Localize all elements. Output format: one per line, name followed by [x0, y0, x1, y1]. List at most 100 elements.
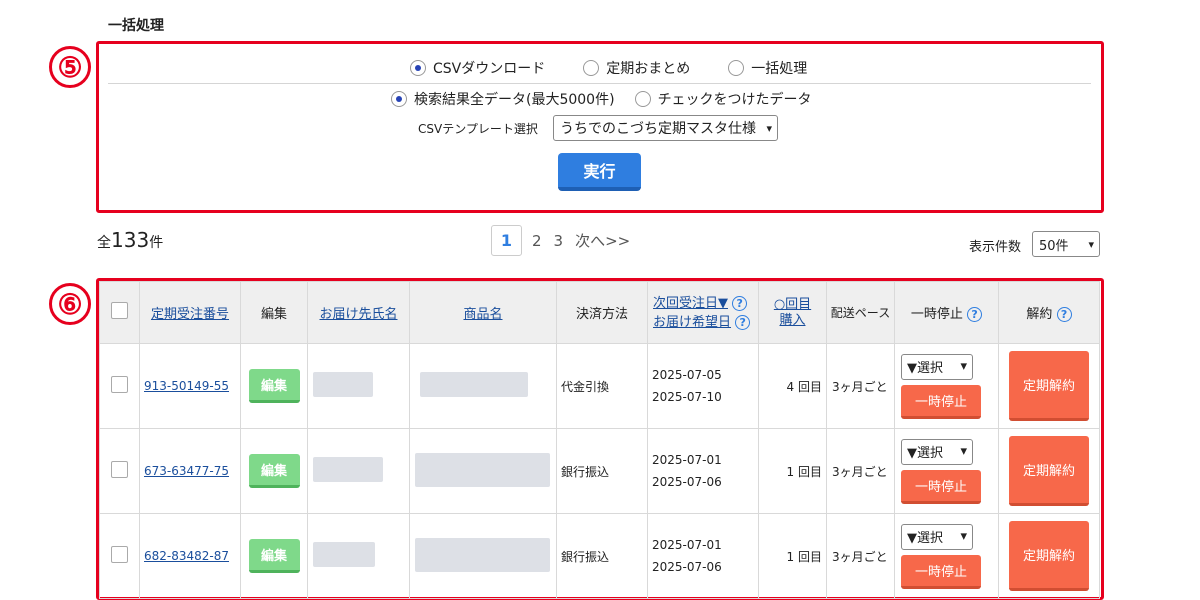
edit-cell: 編集: [240, 513, 308, 599]
sort-count-link[interactable]: ○回目: [774, 297, 811, 312]
cancel-cell: 定期解約: [998, 428, 1100, 514]
table-row: 682-83482-87 編集 銀行振込 2025-07-01 2025-07-…: [99, 513, 1100, 599]
order-no-link[interactable]: 673-63477-75: [144, 464, 229, 478]
header-purchase-count: ○回目 購入: [758, 281, 827, 344]
divider: [108, 83, 1091, 84]
header-checkbox-cell: [99, 281, 140, 344]
delivery-date: 2025-07-06: [652, 560, 722, 574]
row-checkbox[interactable]: [111, 546, 128, 563]
sort-next-order-link[interactable]: 次回受注日▼: [653, 296, 728, 311]
header-payment: 決済方法: [556, 281, 648, 344]
radio-csv-download[interactable]: CSVダウンロード: [410, 58, 545, 78]
radio-all-results[interactable]: 検索結果全データ(最大5000件): [391, 89, 615, 109]
header-pause: 一時停止 ?: [894, 281, 999, 344]
sort-delivery-date-link[interactable]: お届け希望日: [653, 315, 731, 330]
row-checkbox[interactable]: [111, 461, 128, 478]
radio-checked-data[interactable]: チェックをつけたデータ: [634, 89, 812, 109]
sort-order-no-link[interactable]: 定期受注番号: [151, 307, 229, 322]
radio-circle[interactable]: [728, 60, 745, 76]
cancel-subscription-button[interactable]: 定期解約: [1009, 521, 1089, 591]
select-all-checkbox[interactable]: [111, 302, 128, 319]
delivery-date: 2025-07-06: [652, 475, 722, 489]
edit-cell: 編集: [240, 428, 308, 514]
radio-label: チェックをつけたデータ: [657, 92, 812, 108]
total-prefix: 全: [97, 235, 111, 251]
template-select-value: うちでのこづち定期マスタ仕様: [560, 121, 756, 137]
annotation-marker-6: ⑥: [49, 283, 91, 325]
cancel-subscription-button[interactable]: 定期解約: [1009, 436, 1089, 506]
pause-button[interactable]: 一時停止: [901, 384, 981, 419]
product-cell: [409, 513, 557, 599]
header-cancel: 解約 ?: [998, 281, 1100, 344]
edit-button[interactable]: 編集: [248, 369, 300, 403]
edit-button[interactable]: 編集: [248, 539, 300, 573]
section-title: 一括処理: [108, 18, 164, 34]
row-checkbox[interactable]: [111, 376, 128, 393]
redacted-product: [415, 537, 550, 572]
header-pause-label: 一時停止: [910, 307, 963, 322]
radio-bulk-process[interactable]: 一括処理: [728, 58, 807, 78]
order-no-cell: 682-83482-87: [139, 513, 241, 599]
mode-radio-group: CSVダウンロード 定期おまとめ 一括処理: [410, 58, 807, 78]
redacted-recipient: [313, 457, 383, 482]
annotation-marker-5: ⑤: [49, 46, 91, 88]
orders-table: 定期受注番号 編集 お届け先氏名 商品名 決済方法 次回受注日▼ ? お届け希望…: [99, 281, 1100, 599]
page-link[interactable]: 2: [532, 232, 542, 250]
chevron-down-icon: ▾: [960, 359, 967, 374]
per-page-select[interactable]: 50件 ▾: [1032, 231, 1100, 257]
redacted-recipient: [313, 542, 375, 567]
header-order-no: 定期受注番号: [139, 281, 241, 344]
pace-cell: 3ヶ月ごと: [826, 513, 895, 599]
radio-periodic-bundle[interactable]: 定期おまとめ: [583, 58, 690, 78]
execute-button[interactable]: 実行: [558, 153, 641, 191]
radio-circle[interactable]: [391, 91, 407, 107]
pause-select[interactable]: ▼選択 ▾: [901, 353, 973, 380]
header-pace: 配送ペース: [826, 281, 895, 344]
help-icon[interactable]: ?: [967, 307, 983, 322]
sort-count-link-2[interactable]: 購入: [779, 313, 805, 328]
dates-cell: 2025-07-01 2025-07-06: [647, 428, 759, 514]
pace-cell: 3ヶ月ごと: [826, 428, 895, 514]
page-link[interactable]: 3: [554, 232, 564, 250]
per-page-label: 表示件数: [969, 240, 1022, 255]
pause-cell: ▼選択 ▾ 一時停止: [894, 343, 999, 429]
pause-button[interactable]: 一時停止: [901, 554, 981, 589]
header-cancel-label: 解約: [1026, 307, 1053, 322]
next-order-date: 2025-07-01: [652, 453, 722, 467]
header-edit: 編集: [240, 281, 308, 344]
total-count: 全133件: [97, 228, 163, 252]
pause-select[interactable]: ▼選択 ▾: [901, 523, 973, 550]
cancel-subscription-button[interactable]: 定期解約: [1009, 351, 1089, 421]
payment-cell: 銀行振込: [556, 428, 648, 514]
redacted-recipient: [313, 372, 373, 397]
sort-recipient-link[interactable]: お届け先氏名: [319, 307, 397, 322]
recipient-cell: [307, 513, 410, 599]
recipient-cell: [307, 428, 410, 514]
row-checkbox-cell: [99, 428, 140, 514]
count-cell: 1 回目: [758, 513, 827, 599]
radio-circle[interactable]: [634, 91, 651, 107]
radio-label: 定期おまとめ: [606, 61, 691, 77]
help-icon[interactable]: ?: [1056, 307, 1072, 322]
delivery-date: 2025-07-10: [652, 390, 722, 404]
order-no-link[interactable]: 913-50149-55: [144, 379, 229, 393]
payment-cell: 代金引換: [556, 343, 648, 429]
chevron-down-icon: ▾: [960, 529, 967, 544]
template-select[interactable]: うちでのこづち定期マスタ仕様 ▾: [553, 115, 778, 141]
help-icon[interactable]: ?: [732, 295, 748, 311]
order-no-link[interactable]: 682-83482-87: [144, 549, 229, 563]
pause-button[interactable]: 一時停止: [901, 469, 981, 504]
page-current[interactable]: 1: [491, 225, 522, 256]
next-order-date: 2025-07-05: [652, 368, 722, 382]
dates-cell: 2025-07-05 2025-07-10: [647, 343, 759, 429]
next-page-link[interactable]: 次へ>>: [575, 230, 630, 251]
help-icon[interactable]: ?: [735, 314, 751, 330]
pause-select[interactable]: ▼選択 ▾: [901, 438, 973, 465]
table-row: 673-63477-75 編集 銀行振込 2025-07-01 2025-07-…: [99, 428, 1100, 514]
sort-product-link[interactable]: 商品名: [463, 307, 502, 322]
radio-circle[interactable]: [583, 60, 600, 76]
edit-button[interactable]: 編集: [248, 454, 300, 488]
header-next-order: 次回受注日▼ ? お届け希望日 ?: [647, 281, 759, 344]
radio-circle[interactable]: [410, 60, 426, 76]
next-order-date: 2025-07-01: [652, 538, 722, 552]
